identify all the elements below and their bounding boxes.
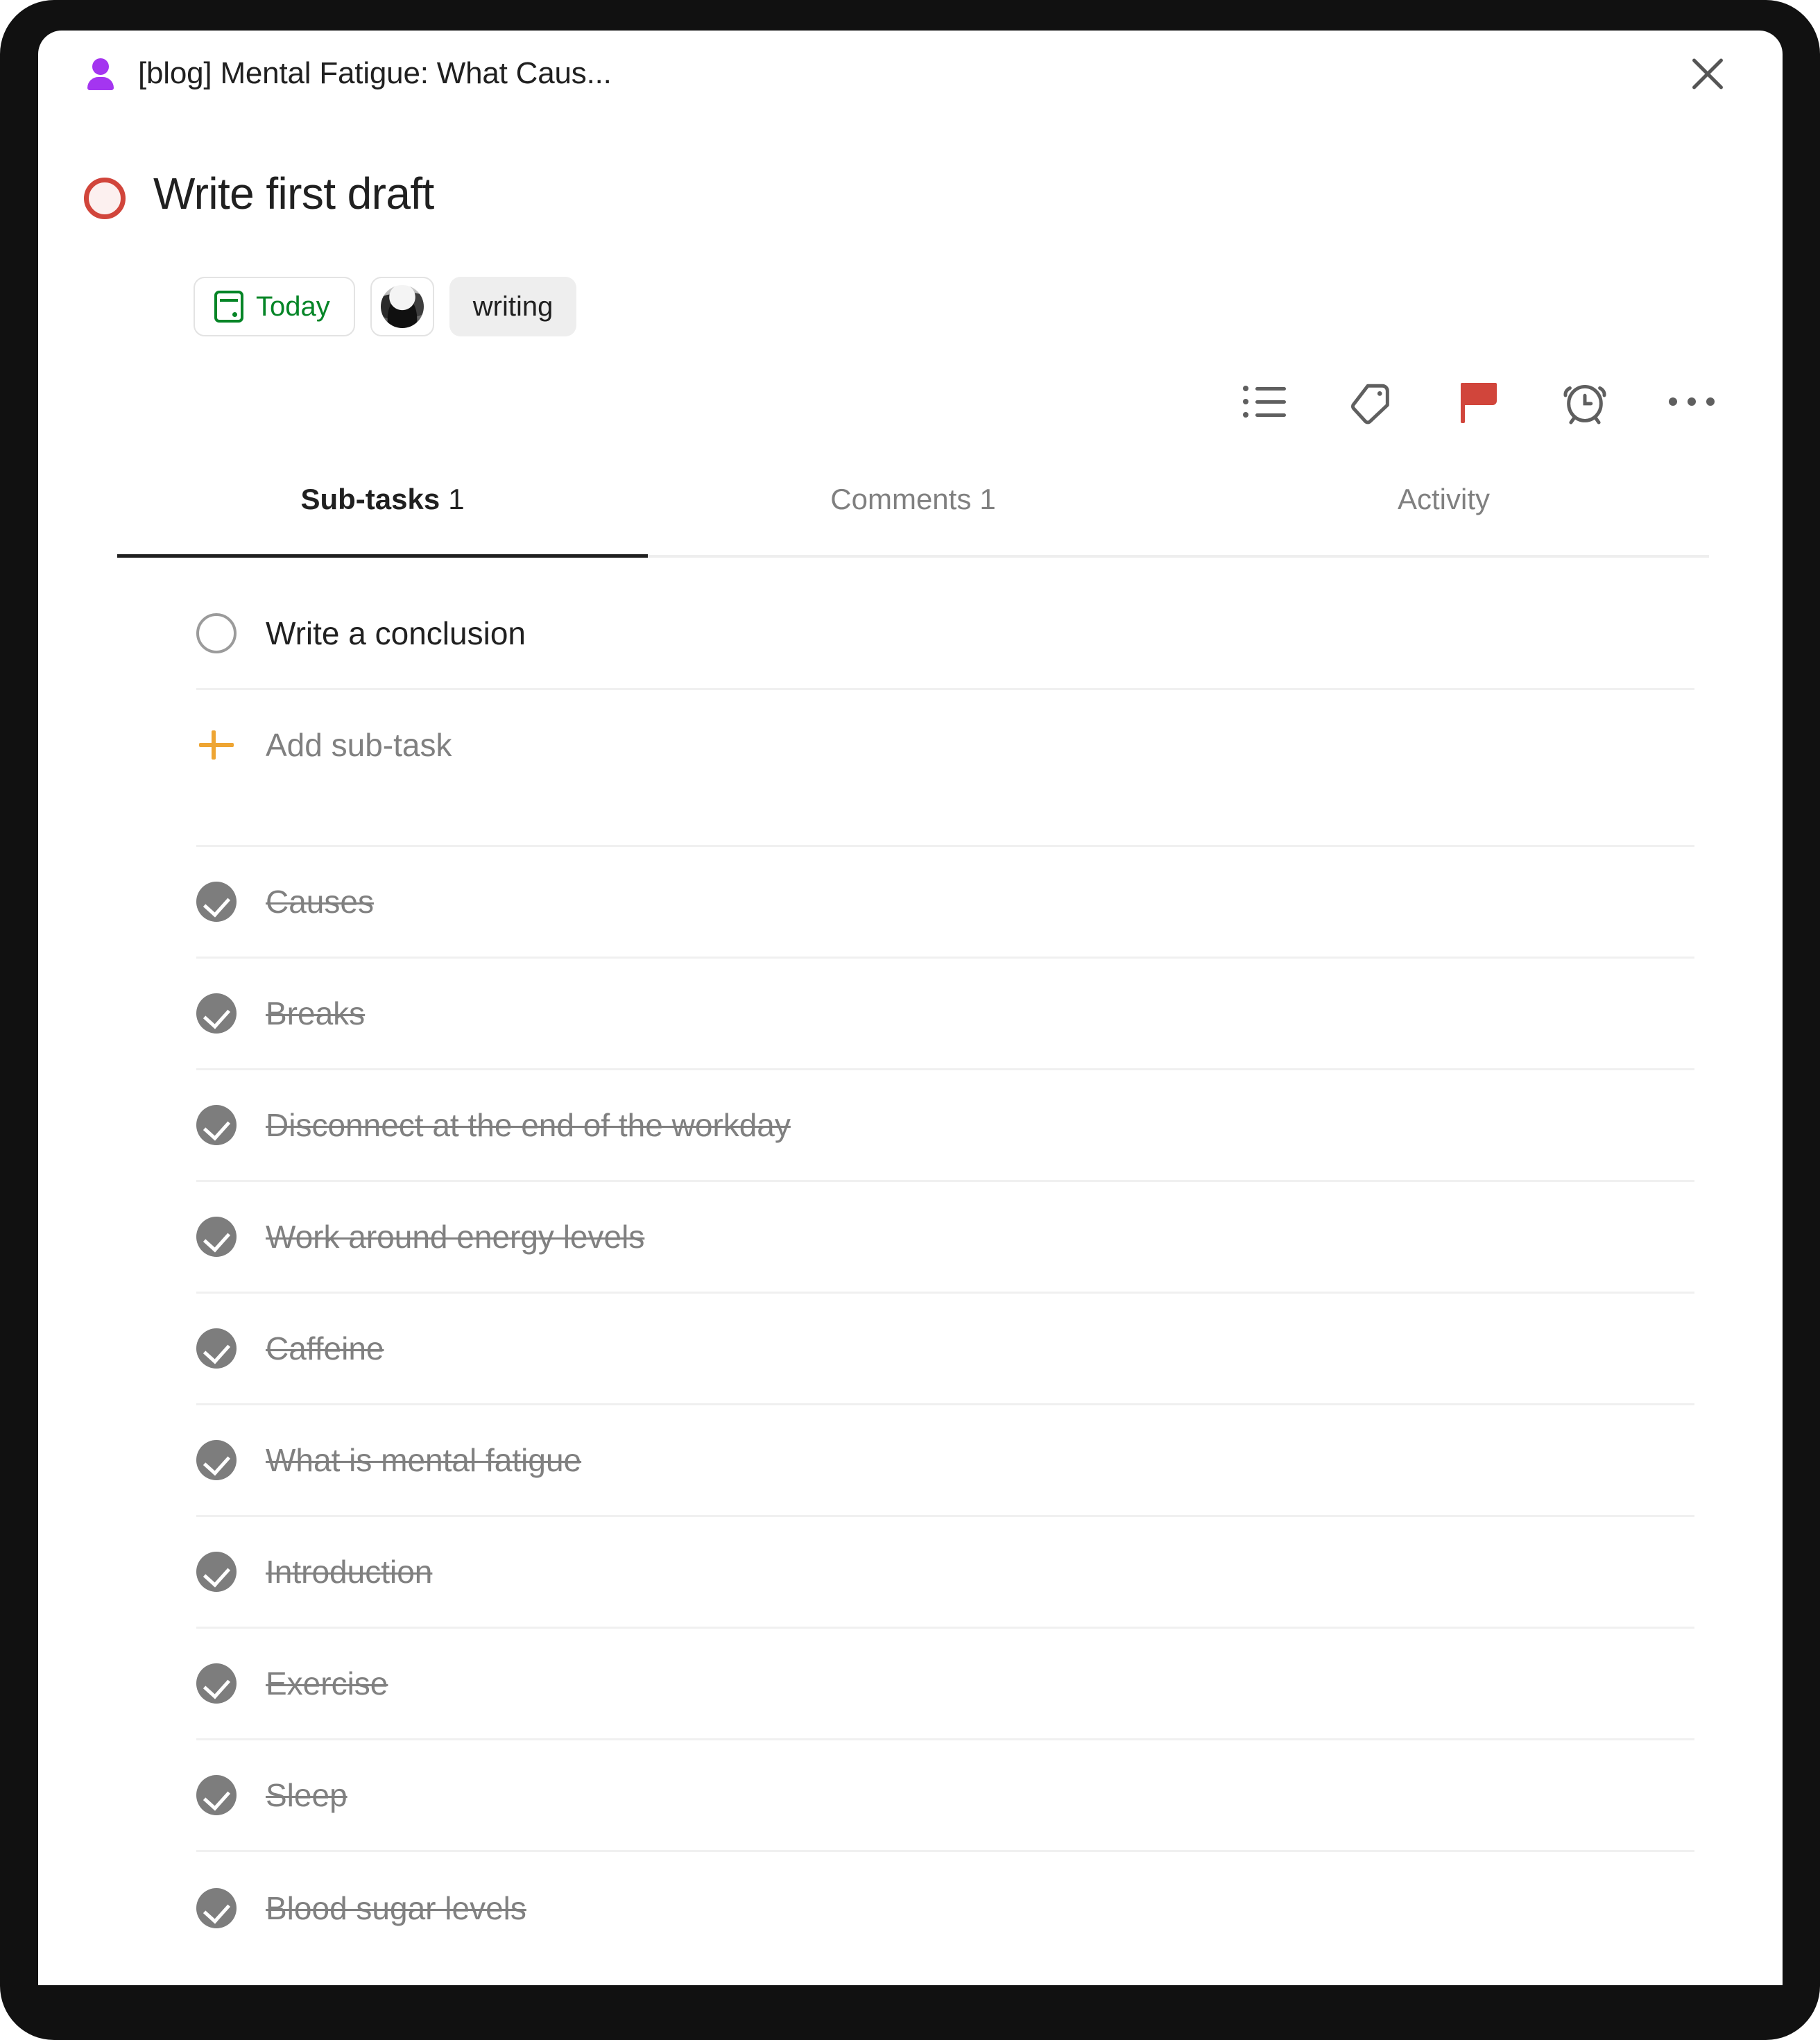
table-row[interactable]: Causes xyxy=(196,847,1694,959)
table-row[interactable]: What is mental fatigue xyxy=(196,1405,1694,1517)
tag-label: writing xyxy=(472,291,553,322)
tab-activity-label: Activity xyxy=(1397,483,1490,515)
tab-subtasks-count: 1 xyxy=(448,483,465,515)
tag-icon[interactable] xyxy=(1347,377,1396,426)
subtask-label: Write a conclusion xyxy=(266,615,526,651)
plus-icon xyxy=(196,725,237,765)
avatar xyxy=(380,285,424,328)
tab-subtasks-label: Sub-tasks xyxy=(300,483,440,515)
ellipsis-icon[interactable] xyxy=(1667,377,1716,426)
subtask-label: Caffeine xyxy=(266,1330,384,1366)
subtask-checkbox[interactable] xyxy=(196,1217,237,1257)
due-date-chip[interactable]: Today xyxy=(194,277,355,336)
task-detail-card: [blog] Mental Fatigue: What Caus... Writ… xyxy=(38,31,1783,1985)
task-tabs: Sub-tasks 1 Comments 1 Activity xyxy=(117,472,1709,558)
table-row[interactable]: Breaks xyxy=(196,959,1694,1070)
breadcrumb: [blog] Mental Fatigue: What Caus... xyxy=(38,31,1783,117)
tab-comments[interactable]: Comments 1 xyxy=(648,472,1178,555)
tag-chip[interactable]: writing xyxy=(449,277,577,336)
subtask-checkbox[interactable] xyxy=(196,882,237,922)
subtask-checkbox[interactable] xyxy=(196,1552,237,1592)
subtask-label: Introduction xyxy=(266,1554,433,1590)
flag-icon[interactable] xyxy=(1454,377,1502,426)
table-row[interactable]: Blood sugar levels xyxy=(196,1852,1694,1964)
person-icon xyxy=(84,55,120,92)
due-date-label: Today xyxy=(256,291,330,322)
subtask-label: Work around energy levels xyxy=(266,1219,645,1255)
table-row[interactable]: Disconnect at the end of the workday xyxy=(196,1070,1694,1182)
list-icon[interactable] xyxy=(1240,377,1289,426)
calendar-icon xyxy=(214,291,243,323)
subtask-checkbox[interactable] xyxy=(196,1887,237,1928)
subtask-checkbox[interactable] xyxy=(196,613,237,653)
subtask-checkbox[interactable] xyxy=(196,1105,237,1145)
device-frame: [blog] Mental Fatigue: What Caus... Writ… xyxy=(0,0,1820,2040)
tab-comments-count: 1 xyxy=(979,483,996,515)
subtask-label: Blood sugar levels xyxy=(266,1889,526,1926)
section-divider xyxy=(196,800,1694,847)
table-row[interactable]: Introduction xyxy=(196,1517,1694,1629)
add-subtask-label: Add sub-task xyxy=(266,727,452,763)
subtask-label: Breaks xyxy=(266,995,366,1031)
table-row[interactable]: Caffeine xyxy=(196,1294,1694,1405)
subtask-label: What is mental fatigue xyxy=(266,1442,582,1478)
subtask-checkbox[interactable] xyxy=(196,1328,237,1369)
list-item[interactable]: Write a conclusion xyxy=(196,578,1694,690)
tab-activity[interactable]: Activity xyxy=(1178,472,1709,555)
parent-project-link[interactable]: [blog] Mental Fatigue: What Caus... xyxy=(138,56,612,91)
table-row[interactable]: Sleep xyxy=(196,1740,1694,1852)
assignee-chip[interactable] xyxy=(370,277,434,336)
subtask-checkbox[interactable] xyxy=(196,1440,237,1480)
subtask-checkbox[interactable] xyxy=(196,993,237,1034)
page-title[interactable]: Write first draft xyxy=(153,169,434,218)
subtask-checkbox[interactable] xyxy=(196,1775,237,1815)
subtask-label: Exercise xyxy=(266,1665,388,1702)
task-action-toolbar xyxy=(1240,377,1716,426)
table-row[interactable]: Work around energy levels xyxy=(196,1182,1694,1294)
task-title-row: Write first draft xyxy=(38,169,1783,219)
task-complete-checkbox[interactable] xyxy=(84,178,126,219)
tab-comments-label: Comments xyxy=(830,483,972,515)
alarm-clock-icon[interactable] xyxy=(1561,377,1609,426)
close-icon[interactable] xyxy=(1683,49,1733,98)
subtask-list: Write a conclusion Add sub-task Causes B… xyxy=(196,578,1694,1964)
subtask-checkbox[interactable] xyxy=(196,1663,237,1704)
tab-subtasks[interactable]: Sub-tasks 1 xyxy=(117,472,648,558)
add-subtask-button[interactable]: Add sub-task xyxy=(196,690,1694,800)
subtask-label: Disconnect at the end of the workday xyxy=(266,1107,791,1143)
task-meta-chips: Today writing xyxy=(194,277,577,336)
subtask-label: Sleep xyxy=(266,1777,347,1813)
subtask-label: Causes xyxy=(266,884,374,920)
table-row[interactable]: Exercise xyxy=(196,1629,1694,1740)
